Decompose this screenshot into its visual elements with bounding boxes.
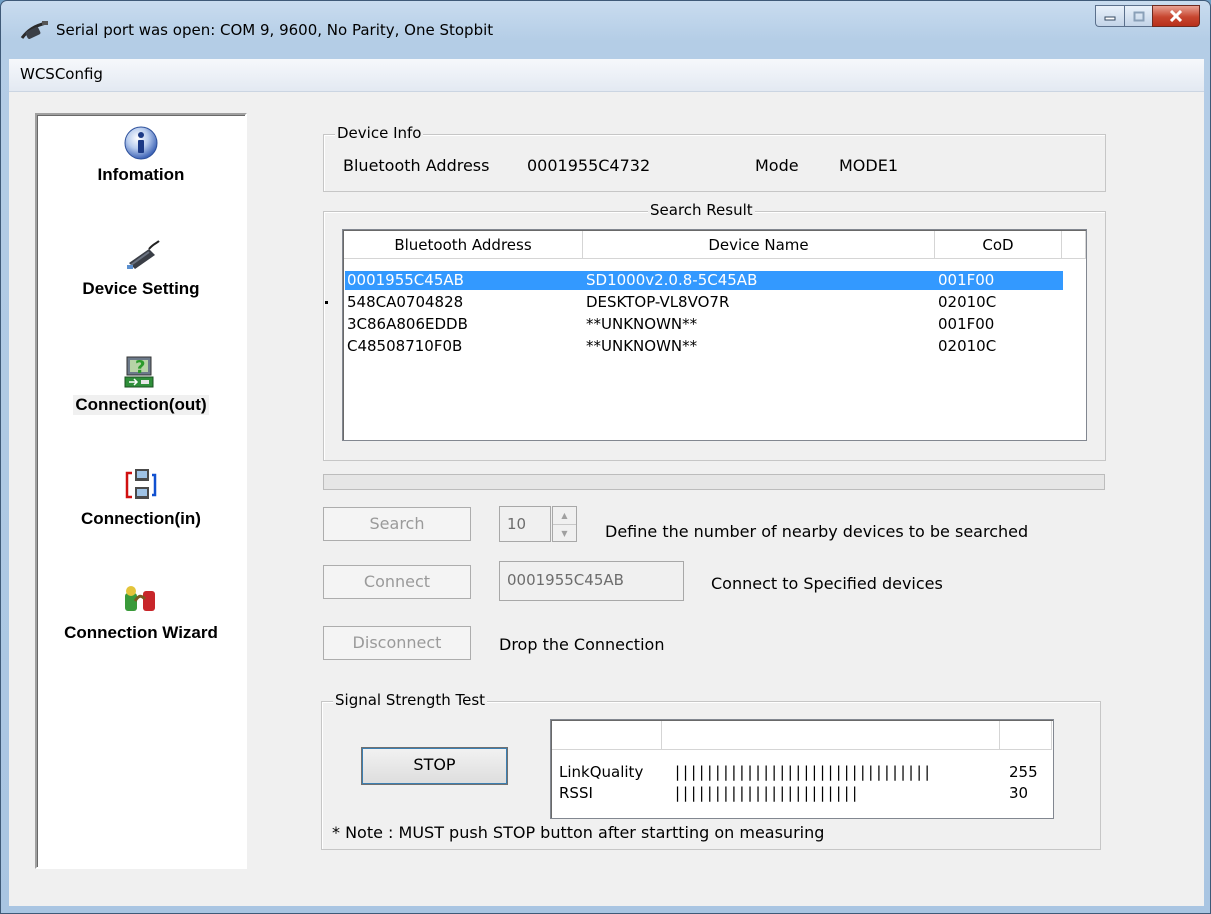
wizard-icon bbox=[125, 586, 155, 611]
link-quality-bar: |||||||||||||||||||||||||||||||| bbox=[675, 763, 933, 781]
disconnect-button[interactable]: Disconnect bbox=[323, 626, 471, 660]
cell-address: 3C86A806EDDB bbox=[347, 315, 468, 333]
search-progress-bar bbox=[323, 474, 1105, 490]
sidebar-item-connection-wizard[interactable]: Connection Wizard bbox=[37, 581, 245, 643]
window-title: Serial port was open: COM 9, 9600, No Pa… bbox=[56, 21, 494, 39]
sidebar-item-label: Connection(in) bbox=[81, 509, 201, 528]
connection-out-icon: ? bbox=[124, 356, 154, 388]
focus-marker bbox=[325, 301, 328, 304]
sidebar-item-label: Connection(out) bbox=[73, 395, 209, 415]
spin-up-icon[interactable]: ▲ bbox=[553, 507, 576, 524]
rssi-value: 30 bbox=[1009, 784, 1029, 802]
sidebar: Infomation Device Setting ? Connection(o… bbox=[35, 113, 247, 869]
serial-cable-icon bbox=[20, 21, 48, 39]
search-result-title: Search Result bbox=[648, 201, 755, 219]
search-button[interactable]: Search bbox=[323, 507, 471, 541]
menu-bar: WCSConfig bbox=[9, 59, 1204, 92]
measurement-note: * Note : MUST push STOP button after sta… bbox=[332, 823, 825, 842]
cell-device-name: DESKTOP-VL8VO7R bbox=[586, 293, 730, 311]
signal-header-col-1 bbox=[552, 721, 662, 750]
maximize-button[interactable] bbox=[1124, 5, 1152, 27]
search-result-group: Search Result Bluetooth Address Device N… bbox=[323, 201, 1106, 461]
sidebar-item-label: Connection Wizard bbox=[64, 623, 218, 642]
sidebar-item-connection-out[interactable]: ? Connection(out) bbox=[37, 353, 245, 415]
minimize-icon bbox=[1104, 16, 1116, 21]
signal-header-col-2 bbox=[662, 721, 1000, 750]
close-icon bbox=[1169, 10, 1183, 22]
signal-strength-group: Signal Strength Test STOP LinkQuality ||… bbox=[321, 691, 1101, 850]
app-window: Serial port was open: COM 9, 9600, No Pa… bbox=[0, 0, 1211, 914]
bluetooth-address-label: Bluetooth Address bbox=[343, 156, 490, 175]
cell-address: C48508710F0B bbox=[347, 337, 463, 355]
cell-cod: 02010C bbox=[938, 293, 997, 311]
list-item[interactable]: 3C86A806EDDB **UNKNOWN** 001F00 bbox=[345, 315, 1063, 334]
search-count-field[interactable]: 10 bbox=[499, 506, 551, 542]
cell-cod: 001F00 bbox=[938, 271, 995, 289]
device-info-title: Device Info bbox=[335, 124, 424, 142]
column-header-address[interactable]: Bluetooth Address bbox=[344, 231, 583, 259]
link-quality-label: LinkQuality bbox=[559, 763, 644, 781]
search-count-spinner[interactable]: ▲ ▼ bbox=[552, 506, 577, 542]
signal-header-col-3 bbox=[1000, 721, 1052, 750]
column-header-device-name[interactable]: Device Name bbox=[583, 231, 935, 259]
link-quality-value: 255 bbox=[1009, 763, 1038, 781]
sidebar-item-label: Infomation bbox=[97, 165, 185, 184]
bluetooth-address-value: 0001955C4732 bbox=[527, 156, 651, 175]
title-bar[interactable]: Serial port was open: COM 9, 9600, No Pa… bbox=[1, 1, 1210, 59]
cell-device-name: **UNKNOWN** bbox=[586, 337, 698, 355]
mode-value: MODE1 bbox=[839, 156, 899, 175]
cell-address: 548CA0704828 bbox=[347, 293, 464, 311]
list-item[interactable]: 0001955C45AB SD1000v2.0.8-5C45AB 001F00 bbox=[345, 271, 1063, 290]
device-icon bbox=[127, 240, 160, 269]
cell-address: 0001955C45AB bbox=[347, 271, 464, 289]
signal-table: LinkQuality ||||||||||||||||||||||||||||… bbox=[550, 719, 1054, 819]
cell-device-name: SD1000v2.0.8-5C45AB bbox=[586, 271, 758, 289]
sidebar-item-label: Device Setting bbox=[82, 279, 200, 298]
sidebar-item-device-setting[interactable]: Device Setting bbox=[37, 239, 245, 299]
connect-address-field[interactable]: 0001955C45AB bbox=[499, 561, 684, 601]
client-area: Infomation Device Setting ? Connection(o… bbox=[9, 92, 1204, 906]
stop-button[interactable]: STOP bbox=[361, 747, 508, 785]
device-info-group: Device Info Bluetooth Address 0001955C47… bbox=[323, 124, 1106, 192]
cell-device-name: **UNKNOWN** bbox=[586, 315, 698, 333]
menu-wcsconfig[interactable]: WCSConfig bbox=[20, 65, 103, 83]
mode-label: Mode bbox=[755, 156, 799, 175]
connection-in-icon bbox=[125, 469, 157, 499]
sidebar-item-information[interactable]: Infomation bbox=[37, 125, 245, 185]
column-header-cod[interactable]: CoD bbox=[935, 231, 1062, 259]
minimize-button[interactable] bbox=[1095, 5, 1124, 27]
caption-buttons bbox=[1095, 5, 1200, 29]
signal-strength-title: Signal Strength Test bbox=[333, 691, 488, 709]
list-header: Bluetooth Address Device Name CoD bbox=[344, 231, 1086, 259]
search-description: Define the number of nearby devices to b… bbox=[605, 522, 1029, 541]
connect-button[interactable]: Connect bbox=[323, 565, 471, 599]
spin-down-icon[interactable]: ▼ bbox=[553, 524, 576, 542]
column-header-filler bbox=[1062, 231, 1086, 259]
list-item[interactable]: C48508710F0B **UNKNOWN** 02010C bbox=[345, 337, 1063, 356]
cell-cod: 001F00 bbox=[938, 315, 995, 333]
search-result-list[interactable]: Bluetooth Address Device Name CoD 000195… bbox=[342, 229, 1087, 441]
rssi-label: RSSI bbox=[559, 784, 593, 802]
sidebar-item-connection-in[interactable]: Connection(in) bbox=[37, 467, 245, 529]
connect-description: Connect to Specified devices bbox=[711, 574, 943, 593]
list-item[interactable]: 548CA0704828 DESKTOP-VL8VO7R 02010C bbox=[345, 293, 1063, 312]
cell-cod: 02010C bbox=[938, 337, 997, 355]
rssi-bar: ||||||||||||||||||||||| bbox=[675, 784, 861, 802]
maximize-icon bbox=[1133, 11, 1144, 21]
info-icon bbox=[124, 126, 158, 160]
svg-text:?: ? bbox=[135, 357, 145, 378]
disconnect-description: Drop the Connection bbox=[499, 635, 665, 654]
close-button[interactable] bbox=[1152, 5, 1200, 27]
